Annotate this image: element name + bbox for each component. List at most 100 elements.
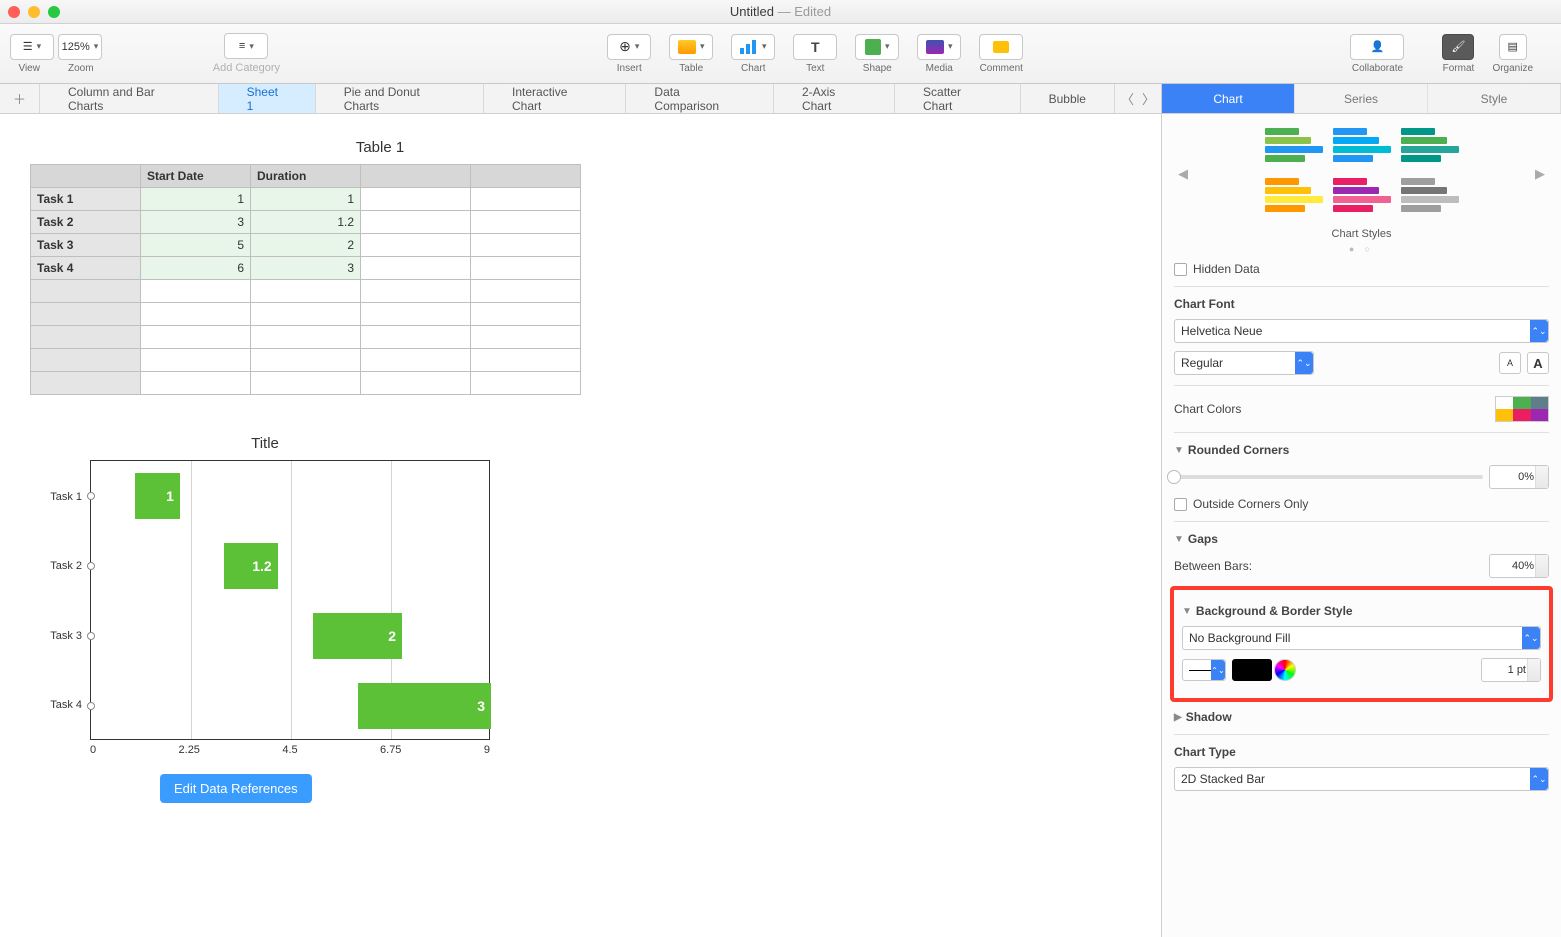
table-cell[interactable]: 5 <box>141 234 251 257</box>
table-cell[interactable] <box>361 372 471 395</box>
comment-button[interactable] <box>979 34 1023 60</box>
add-sheet-button[interactable]: ＋ <box>0 84 40 113</box>
table-cell[interactable] <box>361 280 471 303</box>
border-width-stepper[interactable]: 1 pt <box>1481 658 1541 682</box>
chart-bar[interactable]: 3 <box>358 683 491 729</box>
table-cell[interactable] <box>361 234 471 257</box>
table-cell[interactable] <box>31 326 141 349</box>
font-smaller-button[interactable]: A <box>1499 352 1521 374</box>
table-cell[interactable] <box>141 326 251 349</box>
chart-button[interactable] <box>731 34 775 60</box>
table-cell[interactable] <box>141 349 251 372</box>
table-cell[interactable] <box>361 349 471 372</box>
hidden-data-checkbox[interactable] <box>1174 263 1187 276</box>
between-bars-stepper[interactable]: 40% <box>1489 554 1549 578</box>
canvas[interactable]: Table 1 Start DateDuration Task 111Task … <box>0 114 1161 937</box>
collaborate-button[interactable]: 👤 <box>1350 34 1404 60</box>
font-larger-button[interactable]: A <box>1527 352 1549 374</box>
sheet-nav-prev[interactable]: 〈 <box>1121 89 1134 108</box>
table-cell[interactable] <box>471 188 581 211</box>
chart-style-thumb[interactable] <box>1401 174 1459 216</box>
chart-style-thumb[interactable] <box>1265 174 1323 216</box>
sheet-tab[interactable]: Column and Bar Charts <box>40 84 219 113</box>
table-cell[interactable] <box>471 372 581 395</box>
table-button[interactable] <box>669 34 713 60</box>
styles-pager-dots[interactable]: ● ○ <box>1174 244 1549 254</box>
organize-button[interactable]: ▤ <box>1499 34 1527 60</box>
table-cell[interactable] <box>471 211 581 234</box>
rounded-corners-slider[interactable] <box>1174 475 1483 479</box>
chart-style-thumb[interactable] <box>1401 124 1459 166</box>
chart-bar[interactable]: 1.2 <box>224 543 277 589</box>
table-cell[interactable] <box>141 372 251 395</box>
sheet-tab[interactable]: Interactive Chart <box>484 84 626 113</box>
close-window-button[interactable] <box>8 6 20 18</box>
text-button[interactable]: T <box>793 34 837 60</box>
table-cell[interactable]: 1 <box>141 188 251 211</box>
table-cell[interactable] <box>471 280 581 303</box>
table-cell[interactable]: 1 <box>251 188 361 211</box>
table-cell[interactable]: 2 <box>251 234 361 257</box>
font-weight-select[interactable]: Regular⌃⌄ <box>1174 351 1314 375</box>
border-color-wheel[interactable] <box>1274 659 1296 681</box>
table-cell[interactable] <box>251 372 361 395</box>
table-cell[interactable]: 6 <box>141 257 251 280</box>
table-header-cell[interactable] <box>471 165 581 188</box>
table-cell[interactable] <box>361 257 471 280</box>
inspector-tab[interactable]: Series <box>1295 84 1428 113</box>
styles-prev-button[interactable]: ◀ <box>1174 166 1192 182</box>
sheet-nav-next[interactable]: 〉 <box>1142 89 1155 108</box>
table-cell[interactable] <box>361 188 471 211</box>
data-table[interactable]: Start DateDuration Task 111Task 231.2Tas… <box>30 164 581 395</box>
table-cell[interactable]: 1.2 <box>251 211 361 234</box>
styles-next-button[interactable]: ▶ <box>1531 166 1549 182</box>
sheet-tab[interactable]: 2-Axis Chart <box>774 84 895 113</box>
table-header-cell[interactable]: Start Date <box>141 165 251 188</box>
sheet-tab[interactable]: Bubble <box>1021 84 1115 113</box>
table-header-cell[interactable] <box>31 165 141 188</box>
selection-handle[interactable] <box>87 632 95 640</box>
table-cell[interactable] <box>471 326 581 349</box>
table-cell[interactable] <box>31 349 141 372</box>
chart-plot-area[interactable]: 11.223 <box>90 460 490 740</box>
background-fill-select[interactable]: No Background Fill⌃⌄ <box>1182 626 1541 650</box>
edit-data-references-button[interactable]: Edit Data References <box>160 774 312 803</box>
media-button[interactable] <box>917 34 961 60</box>
table-cell[interactable] <box>361 211 471 234</box>
sheet-tab[interactable]: Pie and Donut Charts <box>316 84 484 113</box>
table-title[interactable]: Table 1 <box>280 139 480 156</box>
chart-title[interactable]: Title <box>30 435 500 452</box>
zoom-menu-button[interactable]: 125% <box>58 34 102 60</box>
table-cell[interactable] <box>471 234 581 257</box>
chart-colors-button[interactable] <box>1495 396 1549 422</box>
table-cell[interactable] <box>471 303 581 326</box>
table-cell[interactable] <box>251 349 361 372</box>
table-cell[interactable] <box>251 303 361 326</box>
sheet-tab[interactable]: Sheet 1 <box>219 84 316 113</box>
table-cell[interactable] <box>31 280 141 303</box>
view-menu-button[interactable]: ☰ <box>10 34 54 60</box>
selection-handle[interactable] <box>87 702 95 710</box>
table-header-cell[interactable]: Duration <box>251 165 361 188</box>
table-cell[interactable] <box>361 303 471 326</box>
border-line-style-select[interactable]: ⌃⌄ <box>1182 659 1226 681</box>
add-category-button[interactable]: ≡ <box>224 33 268 59</box>
table-cell[interactable]: 3 <box>141 211 251 234</box>
border-color-swatch[interactable] <box>1232 659 1272 681</box>
insert-button[interactable]: ⊕ <box>607 34 651 60</box>
inspector-tab[interactable]: Style <box>1428 84 1561 113</box>
table-cell[interactable] <box>141 280 251 303</box>
table-cell[interactable]: 3 <box>251 257 361 280</box>
table-cell[interactable] <box>141 303 251 326</box>
sheet-tab[interactable]: Data Comparison <box>626 84 774 113</box>
table-cell[interactable] <box>251 280 361 303</box>
chart-style-thumb[interactable] <box>1333 174 1391 216</box>
chart-type-select[interactable]: 2D Stacked Bar⌃⌄ <box>1174 767 1549 791</box>
chart-style-thumb[interactable] <box>1333 124 1391 166</box>
table-cell[interactable] <box>471 349 581 372</box>
rounded-corners-stepper[interactable]: 0% <box>1489 465 1549 489</box>
selection-handle[interactable] <box>87 562 95 570</box>
format-button[interactable]: 🖌 <box>1442 34 1474 60</box>
table-row-header[interactable]: Task 3 <box>31 234 141 257</box>
chart-bar[interactable]: 2 <box>313 613 402 659</box>
